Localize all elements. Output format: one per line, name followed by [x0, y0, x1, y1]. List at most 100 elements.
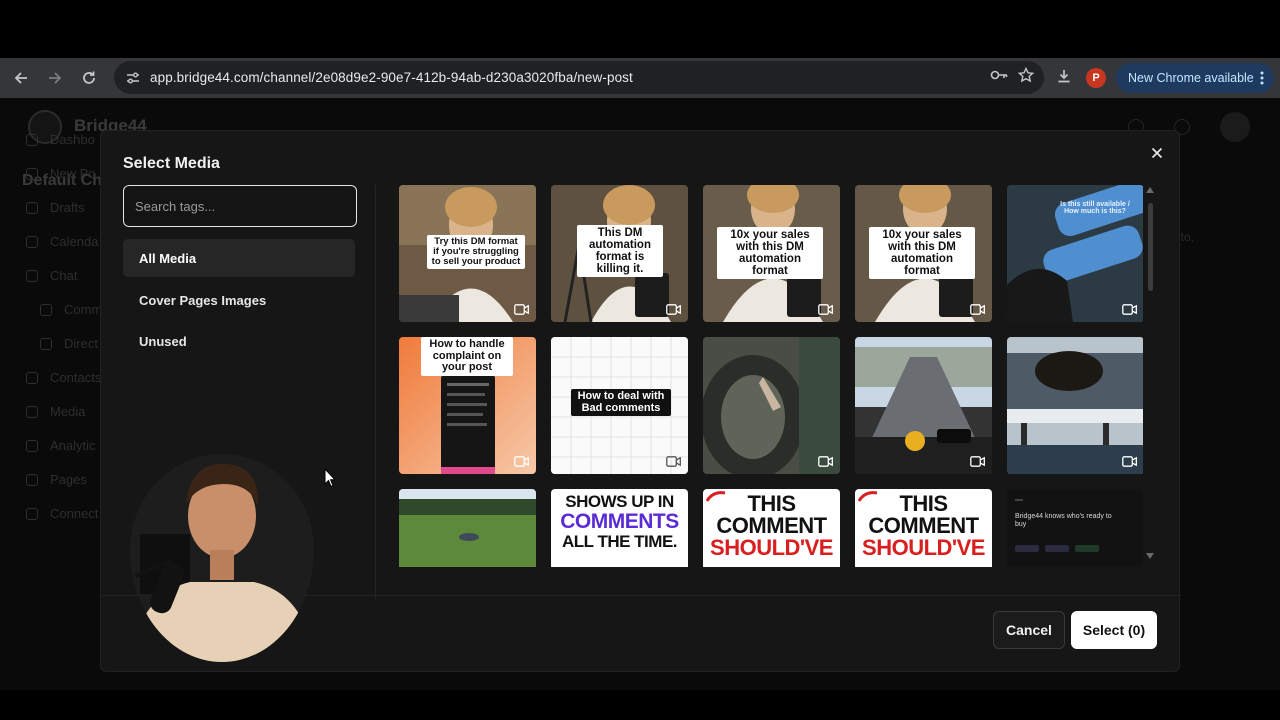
download-icon[interactable] — [1056, 68, 1072, 89]
modal-title: Select Media — [123, 155, 220, 172]
more-vert-icon — [1260, 71, 1264, 85]
media-tile[interactable]: Is this still available / How much is th… — [1007, 185, 1143, 322]
tile-caption: Is this still available / How much is th… — [1060, 201, 1130, 216]
app-sidebar-item: Chat — [26, 268, 77, 283]
tile-caption: THIS COMMENT SHOULD'VE — [703, 493, 840, 559]
video-icon — [514, 304, 529, 315]
media-tile[interactable] — [399, 489, 536, 567]
app-sidebar-label: Drafts — [50, 200, 85, 215]
caption-line: COMMENTS — [560, 509, 679, 533]
tag-all-media[interactable]: All Media — [123, 239, 355, 277]
media-tile[interactable]: 10x your sales with this DM automation f… — [855, 185, 992, 322]
tile-caption: 10x your sales with this DM automation f… — [717, 227, 823, 280]
media-tile[interactable] — [855, 337, 992, 474]
select-button[interactable]: Select (0) — [1071, 611, 1157, 649]
cancel-button[interactable]: Cancel — [993, 611, 1065, 649]
app-sidebar-label: Comm — [64, 302, 103, 317]
video-icon — [970, 456, 985, 467]
app-sidebar-item: Calenda — [26, 234, 98, 249]
app-sidebar-label: Analytic — [50, 438, 96, 453]
search-tags-input[interactable]: Search tags... — [123, 185, 357, 227]
menu-item-icon — [26, 371, 38, 384]
mouse-cursor-icon — [324, 468, 336, 488]
app-sidebar-item: Analytic — [26, 438, 96, 453]
menu-item-icon — [26, 405, 38, 418]
video-icon — [818, 304, 833, 315]
tile-caption: How to handle complaint on your post — [421, 337, 513, 376]
reload-button[interactable] — [72, 61, 106, 95]
update-chrome-button[interactable]: New Chrome available — [1116, 63, 1274, 93]
profile-avatar[interactable]: P — [1086, 68, 1106, 88]
caption-line: SHOULD'VE — [710, 535, 833, 560]
tile-caption: This DM automation format is killing it. — [577, 225, 663, 278]
video-icon — [1122, 456, 1137, 467]
scrollbar-thumb[interactable] — [1148, 203, 1153, 291]
bookmark-star-icon[interactable] — [1017, 66, 1035, 88]
arrow-right-icon — [49, 72, 62, 84]
toolbar-right: P New Chrome available — [1056, 58, 1274, 98]
caption-line: COMMENT — [868, 513, 979, 538]
url-text[interactable]: app.bridge44.com/channel/2e08d9e2-90e7-4… — [150, 70, 633, 85]
search-placeholder: Search tags... — [135, 198, 216, 214]
media-tile[interactable]: How to deal with Bad comments — [551, 337, 688, 474]
caption-line: SHOWS UP IN — [565, 492, 674, 511]
screen: app.bridge44.com/channel/2e08d9e2-90e7-4… — [0, 0, 1280, 720]
media-tile[interactable]: Try this DM format if you're struggling … — [399, 185, 536, 322]
tag-unused[interactable]: Unused — [123, 322, 355, 360]
media-tile[interactable]: SHOWS UP IN COMMENTS ALL THE TIME. — [551, 489, 688, 567]
media-tile[interactable]: 10x your sales with this DM automation f… — [703, 185, 840, 322]
scroll-up-icon — [1146, 187, 1154, 193]
app-sidebar-label: Dashbo — [50, 132, 95, 147]
close-button[interactable] — [1149, 145, 1165, 161]
app-sidebar-item: Direct — [40, 336, 98, 351]
media-tile[interactable] — [1007, 337, 1143, 474]
media-tile[interactable]: Bridge44 knows who's ready to buy — [1007, 489, 1143, 567]
caption-line: SHOULD'VE — [862, 535, 985, 560]
menu-item-icon — [26, 133, 38, 146]
video-icon — [666, 304, 681, 315]
tile-caption: THIS COMMENT SHOULD'VE — [855, 493, 992, 559]
media-tile[interactable]: This DM automation format is killing it. — [551, 185, 688, 322]
media-tile[interactable] — [703, 337, 840, 474]
app-sidebar-label: Chat — [50, 268, 78, 283]
video-icon — [970, 304, 985, 315]
update-label: New Chrome available — [1128, 71, 1254, 85]
app-sidebar-label: New Po — [50, 166, 96, 181]
menu-item-icon — [40, 303, 52, 316]
app-sidebar-item: Contacts — [26, 370, 101, 385]
video-icon — [666, 456, 681, 467]
media-tile[interactable]: How to handle complaint on your post — [399, 337, 536, 474]
arrow-left-icon — [14, 72, 27, 84]
caption-line: ALL THE TIME. — [561, 531, 678, 551]
app-sidebar-item: Media — [26, 404, 85, 419]
menu-item-icon — [26, 439, 38, 452]
media-tile[interactable]: THIS COMMENT SHOULD'VE — [855, 489, 992, 567]
app-sidebar-label: Pages — [50, 472, 87, 487]
media-tile[interactable]: THIS COMMENT SHOULD'VE — [703, 489, 840, 567]
back-button[interactable] — [4, 61, 38, 95]
app-sidebar-label: Connect — [50, 506, 99, 521]
video-icon — [1122, 304, 1137, 315]
video-icon — [818, 456, 833, 467]
app-sidebar-label: Calenda — [50, 234, 99, 249]
media-grid: Try this DM format if you're struggling … — [399, 185, 1143, 567]
site-settings-icon[interactable] — [118, 63, 148, 93]
key-icon[interactable] — [990, 68, 1008, 87]
menu-item-icon — [26, 235, 38, 248]
tile-caption: How to deal with Bad comments — [571, 389, 671, 417]
tag-cover-pages-images[interactable]: Cover Pages Images — [123, 281, 355, 319]
tile-caption: Try this DM format if you're struggling … — [427, 235, 525, 269]
menu-item-icon — [26, 507, 38, 520]
app-sidebar-item: Drafts — [26, 200, 85, 215]
caption-line: COMMENT — [716, 513, 827, 538]
app-sidebar-item: Dashbo — [26, 132, 95, 147]
tag-label: Unused — [139, 333, 187, 349]
scroll-down-icon — [1146, 553, 1154, 559]
forward-button[interactable] — [38, 61, 72, 95]
reload-icon — [83, 71, 95, 84]
app-sidebar-item: Connect — [26, 506, 98, 521]
address-bar[interactable]: app.bridge44.com/channel/2e08d9e2-90e7-4… — [114, 61, 1044, 94]
menu-item-icon — [26, 473, 38, 486]
app-sidebar-label: Media — [50, 404, 86, 419]
tile-caption: 10x your sales with this DM automation f… — [869, 227, 975, 280]
